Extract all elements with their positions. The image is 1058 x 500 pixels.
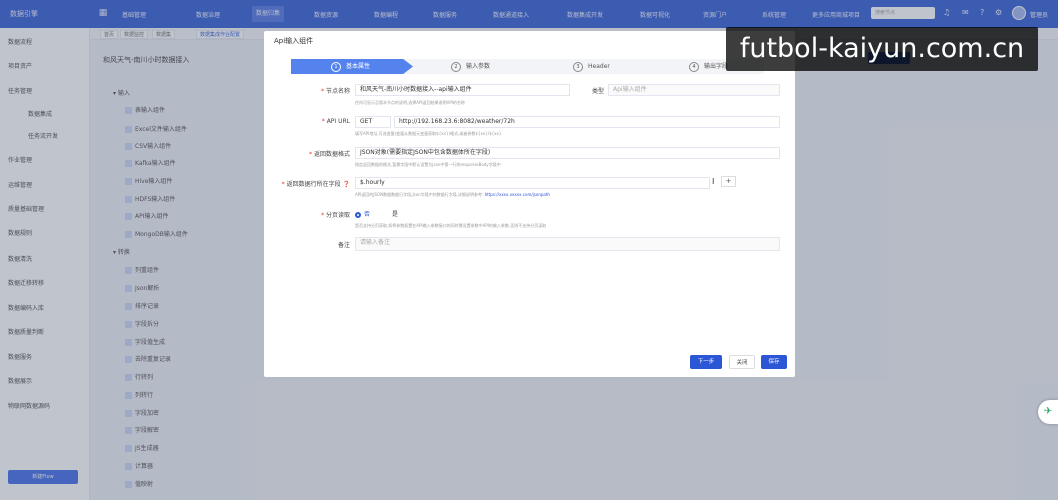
modal-title: Api输入组件 xyxy=(274,37,314,45)
api-input-modal: Api输入组件 1 基本属性 2 输入参数 3 Header 4 输出字段 * 节点名称… xyxy=(264,31,795,377)
next-button[interactable]: 下一步 xyxy=(690,355,722,369)
step-output-fields[interactable]: 4 输出字段 xyxy=(689,59,728,74)
step-basic[interactable]: 1 基本属性 xyxy=(291,59,413,74)
feedback-icon[interactable]: ✈ xyxy=(1038,400,1058,424)
paging-hint: 是否支持分页获取,如将参数配置在API输入参数接口的同时需设置参数中API的输入… xyxy=(355,223,547,228)
api-url-input[interactable]: http://192.168.23.6:8082/weather/72h xyxy=(394,116,780,128)
paging-radio-no[interactable]: 否 xyxy=(355,209,370,218)
node-name-label: * 节点名称 xyxy=(321,88,350,95)
watermark: futbol-kaiyun.com.cn xyxy=(726,27,1038,71)
format-hint: 指定返回数据的格式,暂需字段中默认设置为json中第一行的responseBod… xyxy=(355,162,501,167)
add-field-button[interactable]: + xyxy=(721,176,736,187)
close-button[interactable]: 关闭 xyxy=(729,355,755,369)
field-input[interactable]: $.hourly xyxy=(355,177,710,189)
remark-label: 备注 xyxy=(337,242,350,249)
api-url-hint: 填写API地址,可选变量(变量从数据元变量获取${xx})格式,或者参数${xx… xyxy=(355,131,502,136)
step-input-params[interactable]: 2 输入参数 xyxy=(451,59,490,74)
format-select[interactable]: JSON对象(需要指定JSON中包含数据体所在字段) xyxy=(355,147,780,159)
text-cursor-icon: Ⅰ xyxy=(712,177,715,186)
steps-bar: 1 基本属性 2 输入参数 3 Header 4 输出字段 xyxy=(291,59,764,74)
method-select[interactable]: GET xyxy=(355,116,391,128)
type-input: Api输入组件 xyxy=(608,84,780,96)
step-header[interactable]: 3 Header xyxy=(573,59,610,74)
type-label: 类型 xyxy=(591,88,604,95)
paging-label: * 分页读取 xyxy=(321,212,350,219)
api-url-label: * API URL xyxy=(321,118,350,125)
field-hint: API返回的JSON数据数据行字段,Json字段中的数据行字段,详细说明参考: … xyxy=(355,192,550,197)
field-hint-link[interactable]: https://xxxx.xxxxx.com/jsonpath xyxy=(485,192,550,197)
paging-radio-yes[interactable]: 是 xyxy=(386,209,398,218)
remark-textarea[interactable]: 请输入备注 xyxy=(355,237,780,251)
field-label: * 返回数据行所在字段 ❓ xyxy=(281,181,350,188)
node-name-input[interactable]: 和风天气-南川小时数据接入--api输入组件 xyxy=(355,84,570,96)
format-label: * 返回数据格式 xyxy=(309,151,350,158)
save-button[interactable]: 保存 xyxy=(761,355,787,369)
node-name-hint: 任何可显示且版本节点的说明,选择API返回结果说明API的名称 xyxy=(355,100,465,105)
